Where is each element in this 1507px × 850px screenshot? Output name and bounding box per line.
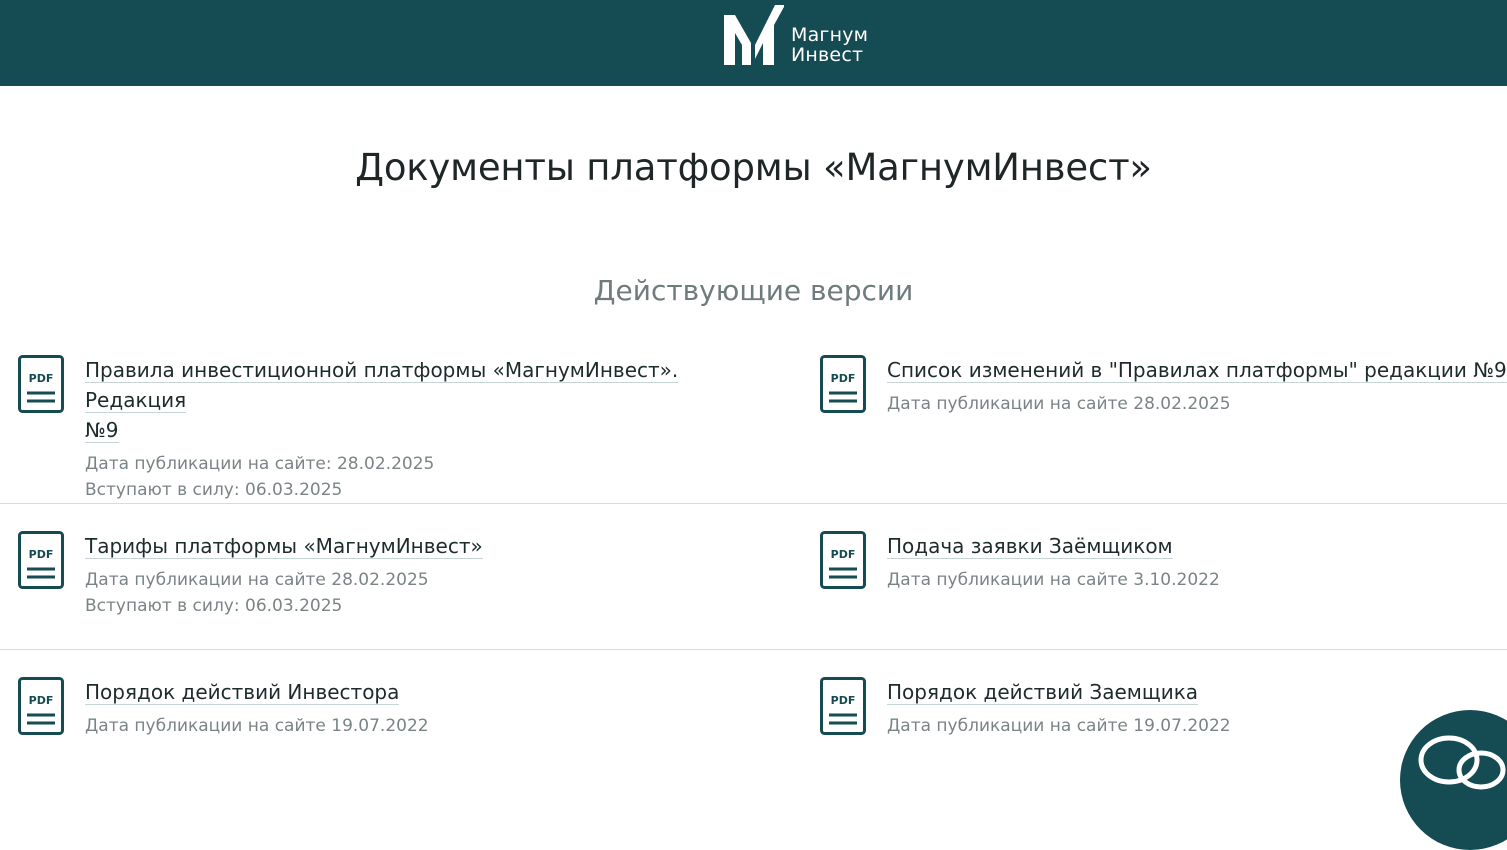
document-link[interactable]: Правила инвестиционной платформы «Магнум… — [85, 358, 679, 413]
document-link-continued[interactable]: №9 — [85, 418, 119, 443]
logo-text: Магнум Инвест — [791, 24, 869, 66]
document-meta: Дата публикации на сайте 28.02.2025 Всту… — [85, 567, 775, 619]
document-meta: Дата публикации на сайте 28.02.2025 — [887, 391, 1507, 417]
document-body: Список изменений в "Правилах платформы" … — [887, 355, 1507, 417]
document-body: Порядок действий Инвестора Дата публикац… — [85, 677, 775, 739]
m-logo-icon — [724, 5, 784, 65]
pdf-file-icon[interactable]: PDF — [820, 531, 866, 589]
publish-date: Дата публикации на сайте: 28.02.2025 — [85, 454, 435, 474]
section-title: Действующие версии — [593, 274, 914, 307]
chat-bubble-icon — [1418, 735, 1506, 790]
logo[interactable]: Магнум Инвест — [722, 5, 882, 67]
publish-date: Дата публикации на сайте 3.10.2022 — [887, 570, 1220, 590]
effective-date: Вступают в силу: 06.03.2025 — [85, 480, 343, 500]
svg-text:PDF: PDF — [29, 372, 54, 385]
chat-widget-button[interactable] — [1400, 710, 1507, 850]
document-body: Правила инвестиционной платформы «Магнум… — [85, 355, 775, 503]
document-meta: Дата публикации на сайте 19.07.2022 — [887, 713, 1387, 739]
page-title: Документы платформы «МагнумИнвест» — [355, 146, 1152, 189]
publish-date: Дата публикации на сайте 19.07.2022 — [887, 716, 1231, 736]
effective-date: Вступают в силу: 06.03.2025 — [85, 596, 343, 616]
svg-text:PDF: PDF — [831, 548, 856, 561]
pdf-file-icon[interactable]: PDF — [18, 531, 64, 589]
pdf-file-icon[interactable]: PDF — [18, 355, 64, 413]
svg-text:PDF: PDF — [29, 548, 54, 561]
document-body: Тарифы платформы «МагнумИнвест» Дата пуб… — [85, 531, 775, 619]
svg-text:PDF: PDF — [29, 694, 54, 707]
row-divider — [0, 649, 1507, 650]
document-body: Подача заявки Заёмщиком Дата публикации … — [887, 531, 1507, 593]
document-body: Порядок действий Заемщика Дата публикаци… — [887, 677, 1387, 739]
document-link[interactable]: Порядок действий Заемщика — [887, 680, 1199, 705]
document-meta: Дата публикации на сайте 3.10.2022 — [887, 567, 1507, 593]
document-link[interactable]: Тарифы платформы «МагнумИнвест» — [85, 534, 483, 559]
document-link[interactable]: Список изменений в "Правилах платформы" … — [887, 358, 1507, 383]
svg-text:PDF: PDF — [831, 372, 856, 385]
site-header: Магнум Инвест — [0, 0, 1507, 86]
document-meta: Дата публикации на сайте: 28.02.2025 Вст… — [85, 451, 775, 503]
publish-date: Дата публикации на сайте 19.07.2022 — [85, 716, 429, 736]
document-link[interactable]: Порядок действий Инвестора — [85, 680, 400, 705]
row-divider — [0, 503, 1507, 504]
pdf-file-icon[interactable]: PDF — [18, 677, 64, 735]
publish-date: Дата публикации на сайте 28.02.2025 — [85, 570, 429, 590]
publish-date: Дата публикации на сайте 28.02.2025 — [887, 394, 1231, 414]
pdf-file-icon[interactable]: PDF — [820, 677, 866, 735]
pdf-file-icon[interactable]: PDF — [820, 355, 866, 413]
document-link[interactable]: Подача заявки Заёмщиком — [887, 534, 1173, 559]
svg-text:PDF: PDF — [831, 694, 856, 707]
document-meta: Дата публикации на сайте 19.07.2022 — [85, 713, 775, 739]
